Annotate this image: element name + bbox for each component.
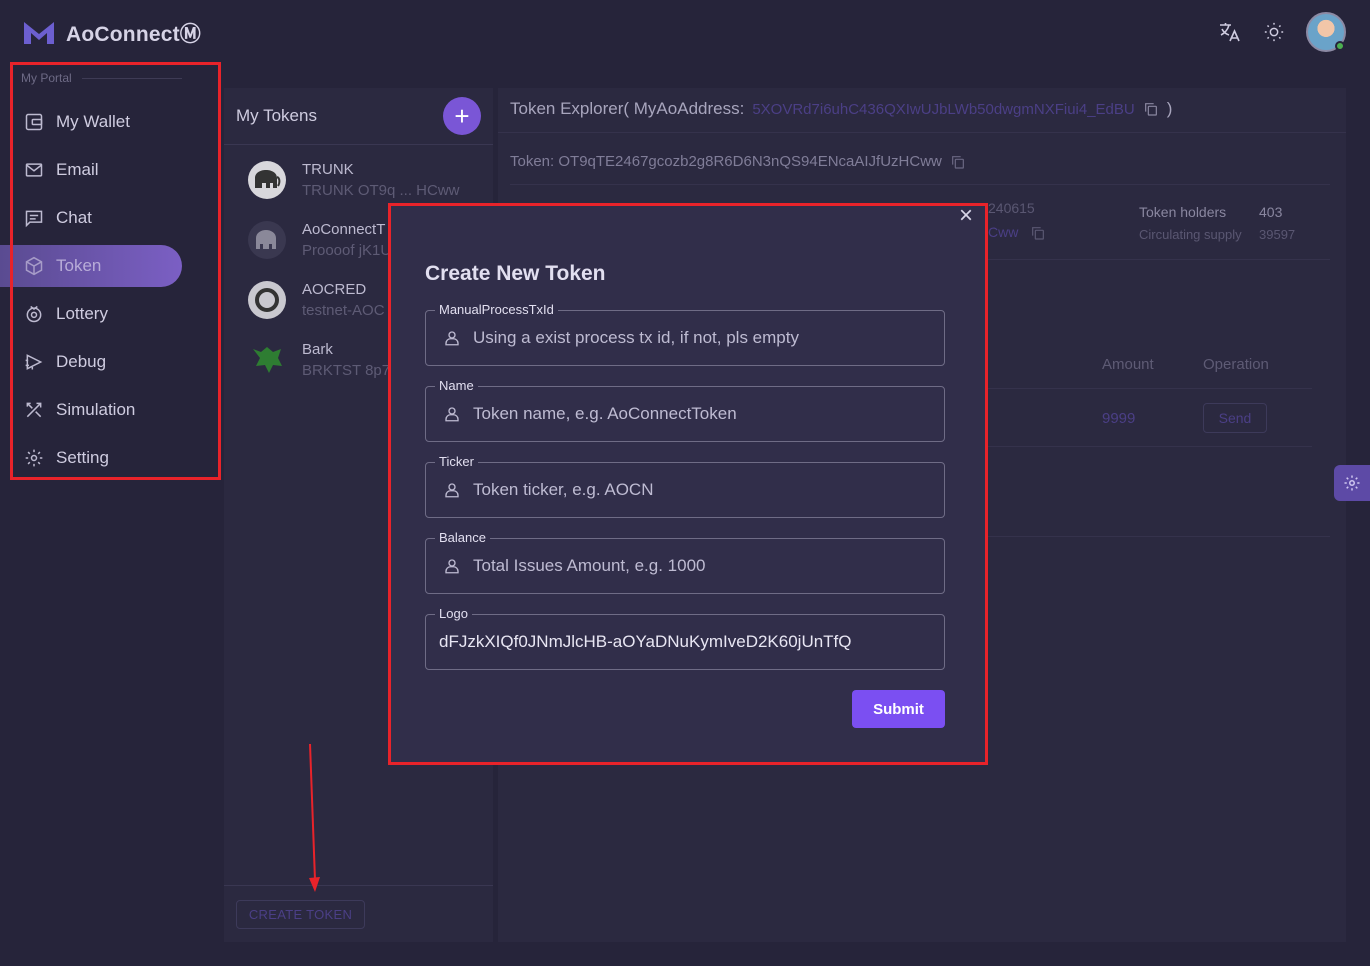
send-button[interactable]: Send [1203, 403, 1267, 433]
app-logo[interactable]: AoConnectⓂ [22, 18, 201, 48]
token-name: TRUNK [302, 161, 354, 178]
logo-m-icon [24, 22, 54, 44]
token-id-text: Token: OT9qTE2467gcozb2g8R6D6N3nQS94ENca… [510, 153, 942, 170]
user-icon [445, 483, 459, 498]
token-name: AoConnectT [302, 221, 386, 238]
table-header-divider [988, 388, 1312, 389]
explorer-title-suffix: ) [1166, 99, 1173, 118]
copy-icon[interactable] [1030, 225, 1046, 241]
gear-icon [1344, 475, 1360, 491]
sidebar-annotation-box [10, 62, 221, 480]
token-list-item[interactable]: AOCRED testnet-AOC [248, 281, 385, 319]
logo-field[interactable]: dFJzkXIQf0JNmJlcHB-aOYaDNuKymIveD2K60jUn… [425, 614, 945, 670]
copy-icon[interactable] [950, 154, 966, 170]
col-header-operation: Operation [1203, 356, 1269, 373]
create-token-button[interactable]: CREATE TOKEN [236, 900, 365, 929]
name-field[interactable]: Token name, e.g. AoConnectToken [425, 386, 945, 442]
ticker-field[interactable]: Token ticker, e.g. AOCN [425, 462, 945, 518]
user-icon [445, 331, 459, 346]
online-status-dot [1335, 41, 1345, 51]
field-placeholder: Token name, e.g. AoConnectToken [473, 404, 737, 423]
field-label: ManualProcessTxId [435, 302, 558, 317]
token-sub: Proooof jK1U [302, 242, 392, 259]
token-list-item[interactable]: TRUNK TRUNK OT9q ... HCww [248, 161, 460, 199]
field-placeholder: Total Issues Amount, e.g. 1000 [473, 556, 706, 575]
elephant-icon [248, 161, 286, 199]
field-label: Balance [435, 530, 490, 545]
table-row-divider [988, 446, 1312, 447]
user-icon [445, 559, 459, 574]
tokens-panel-divider [224, 144, 493, 145]
token-sub: BRKTST 8p7 [302, 362, 391, 379]
token-id-line: Token: OT9qTE2467gcozb2g8R6D6N3nQS94ENca… [510, 153, 966, 170]
field-value: dFJzkXIQf0JNmJlcHB-aOYaDNuKymIveD2K60jUn… [439, 632, 852, 651]
balance-field[interactable]: Total Issues Amount, e.g. 1000 [425, 538, 945, 594]
token-holders-value: 403 [1259, 204, 1283, 220]
top-toolbar [1218, 12, 1346, 52]
token-name: AOCRED [302, 281, 367, 298]
circulating-supply-label: Circulating supply [1139, 227, 1242, 242]
token-info-divider-top [510, 184, 1330, 185]
submit-button[interactable]: Submit [852, 690, 945, 728]
token-partial-link[interactable]: Cww [988, 224, 1018, 240]
explorer-title: Token Explorer( MyAoAddress: 5XOVRd7i6uh… [510, 99, 1172, 119]
translate-icon[interactable] [1218, 20, 1242, 44]
field-placeholder: Token ticker, e.g. AOCN [473, 480, 654, 499]
token-sub: TRUNK OT9q ... HCww [302, 182, 460, 199]
tokens-panel-title: My Tokens [236, 106, 317, 125]
theme-toggle-icon[interactable] [1262, 20, 1286, 44]
token-list-item[interactable]: Bark BRKTST 8p7 [248, 341, 390, 379]
mammoth-icon [248, 221, 286, 259]
explorer-title-prefix: Token Explorer( MyAoAddress: [510, 99, 745, 118]
token-name: Bark [302, 341, 333, 358]
manual-process-txid-field[interactable]: Using a exist process tx id, if not, pls… [425, 310, 945, 366]
field-label: Ticker [435, 454, 478, 469]
token-holders-label: Token holders [1139, 204, 1227, 220]
circulating-supply-value: 39597 [1259, 227, 1296, 242]
token-sub: testnet-AOC [302, 302, 385, 319]
aocred-icon [248, 281, 286, 319]
field-label: Name [435, 378, 478, 393]
user-icon [445, 407, 459, 422]
app-title: AoConnectⓂ [66, 23, 201, 46]
col-header-amount: Amount [1102, 356, 1154, 373]
field-placeholder: Using a exist process tx id, if not, pls… [473, 328, 799, 347]
modal-title: Create New Token [425, 262, 606, 285]
token-partial-number: 240615 [988, 200, 1035, 216]
avatar[interactable] [1306, 12, 1346, 52]
copy-icon[interactable] [1143, 101, 1159, 117]
row-amount: 9999 [1102, 410, 1136, 427]
settings-drawer-button[interactable] [1334, 465, 1370, 501]
my-ao-address-link[interactable]: 5XOVRd7i6uhC436QXIwUJbLWb50dwgmNXFiui4_E… [752, 101, 1134, 118]
annotation-arrow [309, 743, 320, 892]
add-token-button[interactable]: + [443, 97, 481, 135]
table-bottom-divider [988, 536, 1330, 537]
close-icon[interactable]: × [955, 204, 977, 228]
tokens-footer-divider [224, 885, 493, 886]
explorer-divider [498, 132, 1346, 133]
bark-icon [248, 341, 286, 379]
token-list-item[interactable]: AoConnectT Proooof jK1U [248, 221, 391, 259]
field-label: Logo [435, 606, 472, 621]
